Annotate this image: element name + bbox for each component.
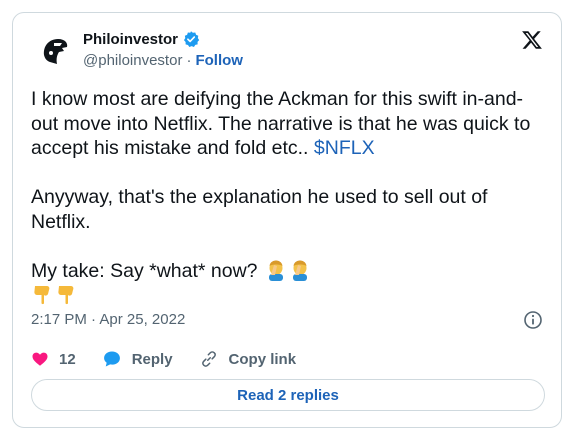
link-icon — [201, 351, 216, 367]
timestamp[interactable]: 2:17 PM · Apr 25, 2022 — [31, 311, 185, 328]
author-handle[interactable]: @philoinvestor — [83, 52, 182, 69]
cashtag-link[interactable]: $NFLX — [314, 137, 375, 159]
man-facepalming-emoji — [292, 260, 307, 281]
like-button[interactable]: 12 — [31, 350, 76, 368]
tweet-paragraph-2: Anyyway, that's the explanation he used … — [31, 186, 488, 233]
tweet-line-3: My take: Say *what* now? — [31, 259, 258, 282]
backhand-index-pointing-down-emoji — [58, 286, 74, 305]
heart-icon — [32, 352, 48, 366]
tweet-paragraph-4 — [31, 283, 547, 308]
man-facepalming-emoji — [268, 260, 283, 281]
avatar[interactable] — [33, 29, 77, 73]
reply-bubble-icon — [103, 351, 120, 367]
handle-separator: · — [186, 52, 192, 69]
tweet-time: 2:17 PM — [31, 311, 87, 328]
read-replies-label: Read 2 replies — [237, 386, 339, 404]
tweet-paragraph-3: My take: Say *what* now? — [31, 259, 547, 284]
author-display-name[interactable]: Philoinvestor — [83, 31, 178, 48]
read-replies-button[interactable]: Read 2 replies — [31, 379, 545, 411]
tweet-paragraph-1: I know most are deifying the Ackman for … — [31, 87, 547, 161]
tweet-card: Philoinvestor @philoinvestor · Follow I … — [12, 12, 562, 428]
tweet-date: Apr 25, 2022 — [99, 311, 186, 328]
like-count: 12 — [59, 350, 76, 368]
tweet-body: I know most are deifying the Ackman for … — [31, 87, 547, 308]
backhand-index-pointing-down-emoji — [34, 286, 50, 305]
helmet-logo-icon — [43, 39, 68, 64]
reply-button[interactable]: Reply — [102, 349, 173, 369]
follow-button[interactable]: Follow — [195, 52, 243, 69]
copy-link-button[interactable]: Copy link — [199, 349, 297, 369]
verified-badge-icon — [183, 31, 200, 48]
author-name-row: Philoinvestor — [83, 30, 200, 48]
tweet-line-1: I know most are deifying the Ackman for … — [31, 88, 531, 159]
info-icon[interactable] — [523, 310, 543, 330]
action-bar: 12 Reply Copy link — [31, 349, 296, 369]
x-logo-icon[interactable] — [521, 29, 543, 51]
copy-link-label: Copy link — [228, 350, 297, 368]
timestamp-separator: · — [91, 311, 97, 328]
reply-label: Reply — [131, 350, 173, 368]
author-handle-row: @philoinvestor · Follow — [83, 52, 243, 69]
